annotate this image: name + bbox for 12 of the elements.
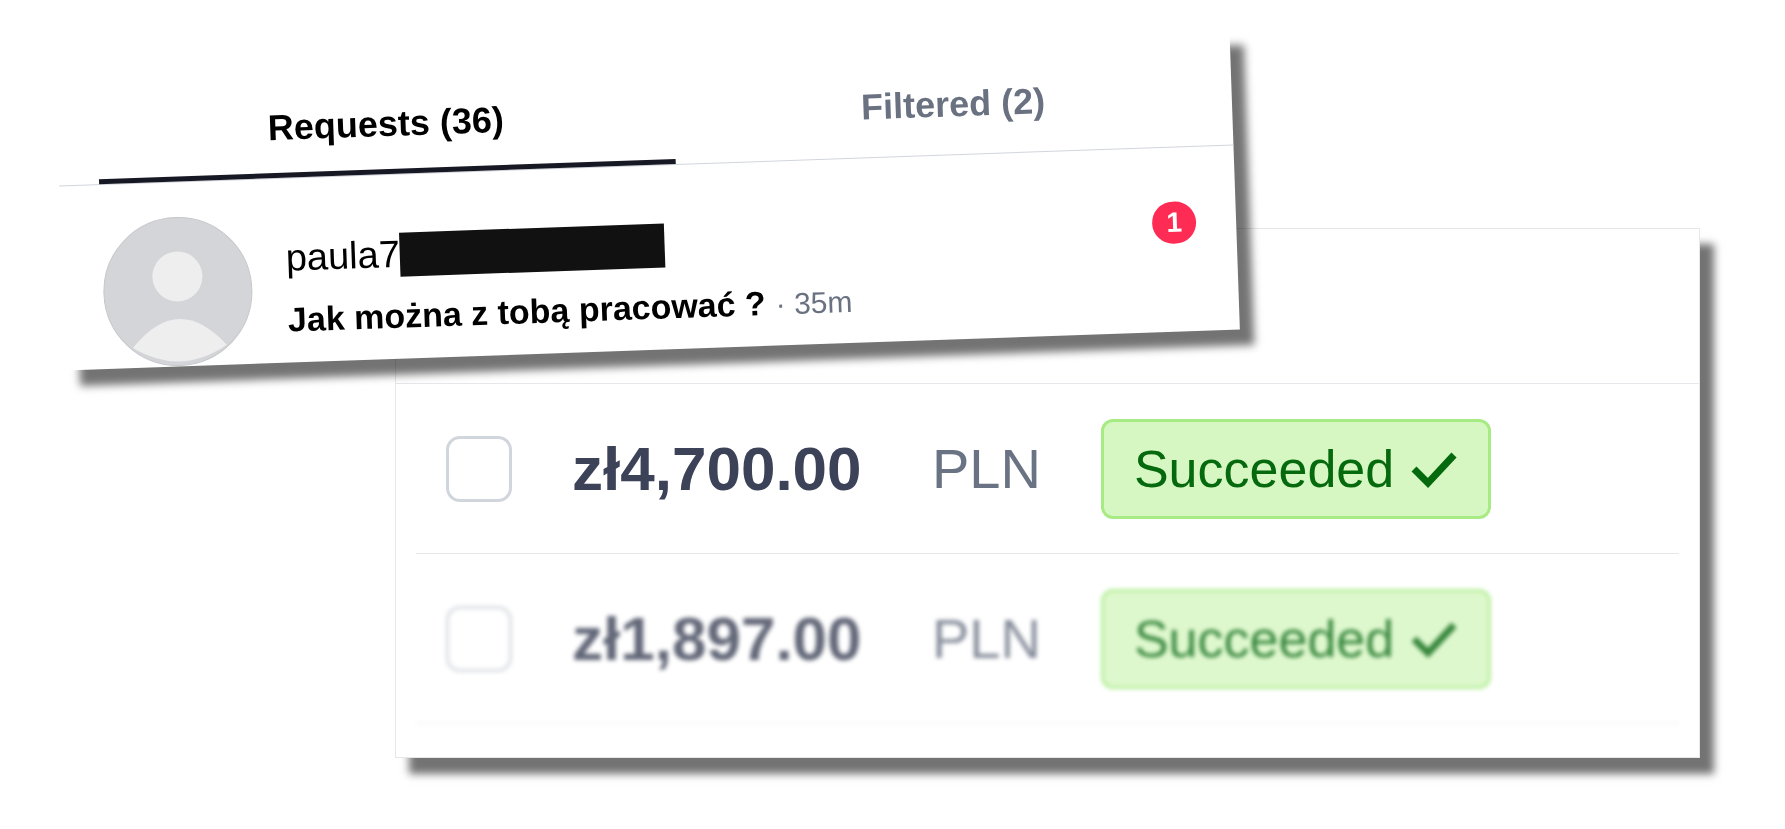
username: paula7 — [284, 231, 401, 281]
amount: zł1,897.00 — [572, 603, 863, 675]
message-preview: Jak można z tobą pracować ? — [287, 282, 767, 341]
status-badge: Succeeded — [1100, 418, 1492, 519]
checkbox[interactable] — [446, 435, 512, 502]
unread-badge: 1 — [1151, 200, 1197, 245]
currency: PLN — [932, 435, 1041, 502]
message-time: · 35m — [774, 283, 854, 323]
amount: zł4,700.00 — [572, 433, 863, 505]
tab[interactable]: Requests (36) — [95, 69, 677, 185]
status-badge: Succeeded — [1100, 588, 1492, 689]
currency: PLN — [932, 605, 1041, 672]
